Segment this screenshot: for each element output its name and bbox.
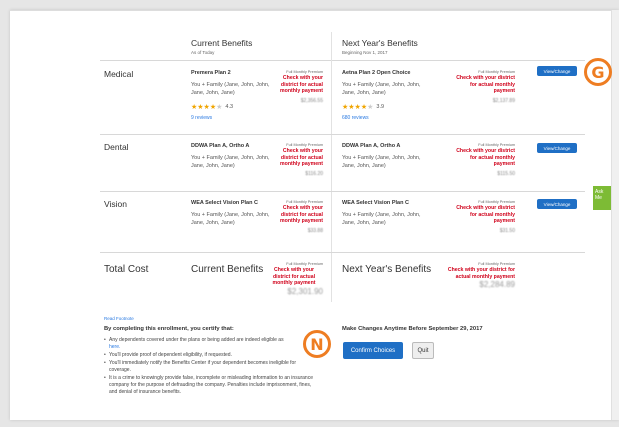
plan-name: WEA Select Vision Plan C	[191, 200, 258, 206]
next-medical-plan: Aetna Plan 2 Open Choice You + Family (J…	[342, 70, 430, 121]
check-district-note: Check with your district for actual mont…	[280, 205, 323, 225]
check-district-note: Check with your district for actual mont…	[447, 267, 515, 280]
bullet-text: Any dependents covered under the plans o…	[109, 337, 284, 343]
view-change-vision-button[interactable]: View/Change	[537, 199, 577, 209]
next-dental-premium: Full Monthly Premium Check with your dis…	[455, 143, 515, 177]
plan-name: DDWA Plan A, Ortho A	[342, 143, 401, 149]
certify-list: Any dependents covered under the plans o…	[104, 337, 319, 397]
column-divider	[331, 32, 332, 302]
premium-label: Full Monthly Premium	[286, 143, 323, 147]
plan-coverage: You + Family (Jane, John, John, Jane, Jo…	[191, 82, 270, 96]
total-next-premium: Full Monthly Premium Check with your dis…	[440, 262, 515, 289]
total-next-label: Next Year's Benefits	[342, 264, 432, 275]
plan-coverage: You + Family (Jane, John, John, Jane, Jo…	[342, 212, 421, 226]
certify-heading: By completing this enrollment, you certi…	[104, 326, 234, 332]
scrollbar[interactable]	[611, 10, 619, 420]
premium-label: Full Monthly Premium	[478, 143, 515, 147]
total-current-amount: $2,301.90	[287, 286, 323, 296]
check-district-note: Check with your district for actual mont…	[456, 205, 515, 225]
plan-coverage: You + Family (Jane, John, John, Jane, Jo…	[191, 155, 270, 169]
next-dental-plan: DDWA Plan A, Ortho A You + Family (Jane,…	[342, 143, 430, 170]
total-cost-label: Total Cost	[104, 264, 149, 275]
total-current-label: Current Benefits	[191, 264, 264, 275]
premium-label: Full Monthly Premium	[286, 200, 323, 204]
list-item: You'll provide proof of dependent eligib…	[104, 352, 319, 359]
current-header-sub: As of Today	[191, 50, 215, 55]
total-next-amount: $2,284.89	[479, 280, 515, 290]
check-district-note: Check with your district for actual mont…	[280, 148, 323, 168]
next-benefits-header: Next Year's Benefits Beginning Nov 1, 20…	[342, 38, 418, 55]
premium-label: Full Monthly Premium	[286, 70, 323, 74]
plan-coverage: You + Family (Jane, John, John, Jane, Jo…	[342, 155, 421, 169]
premium-amount: $2,137.89	[492, 97, 515, 104]
check-district-note: Check with your district for actual mont…	[456, 148, 515, 168]
star-rating-icon: ★★★★★	[191, 104, 223, 111]
premium-label: Full Monthly Premium	[286, 262, 323, 266]
row-label-medical: Medical	[104, 69, 134, 79]
badge-g: G	[584, 58, 612, 86]
plan-coverage: You + Family (Jane, John, John, Jane, Jo…	[342, 82, 421, 96]
check-district-note: Check with your district for actual mont…	[280, 75, 323, 95]
rating-value: 3.9	[376, 104, 385, 110]
current-medical-plan: Premera Plan 2 You + Family (Jane, John,…	[191, 70, 271, 121]
plan-name: Premera Plan 2	[191, 70, 231, 76]
current-benefits-header: Current Benefits As of Today	[191, 38, 252, 55]
plan-name: DDWA Plan A, Ortho A	[191, 143, 250, 149]
row-label-dental: Dental	[104, 142, 129, 152]
current-dental-plan: DDWA Plan A, Ortho A You + Family (Jane,…	[191, 143, 271, 170]
premium-label: Full Monthly Premium	[478, 200, 515, 204]
plan-coverage: You + Family (Jane, John, John, Jane, Jo…	[191, 212, 270, 226]
premium-amount: $33.88	[307, 227, 323, 234]
divider	[100, 252, 585, 253]
next-header-sub: Beginning Nov 1, 2017	[342, 50, 388, 55]
confirm-choices-button[interactable]: Confirm Choices	[343, 342, 403, 359]
rating-row: ★★★★★ 3.9	[342, 103, 430, 111]
list-item: Any dependents covered under the plans o…	[104, 337, 319, 351]
divider	[100, 191, 585, 192]
reviews-link[interactable]: 680 reviews	[342, 115, 430, 121]
premium-amount: $2,356.55	[300, 97, 323, 104]
star-rating-icon: ★★★★★	[342, 104, 374, 111]
plan-name: WEA Select Vision Plan C	[342, 200, 409, 206]
next-vision-premium: Full Monthly Premium Check with your dis…	[455, 200, 515, 234]
plan-name: Aetna Plan 2 Open Choice	[342, 70, 411, 76]
badge-n: N	[303, 330, 331, 358]
current-vision-premium: Full Monthly Premium Check with your dis…	[265, 200, 323, 234]
quit-button[interactable]: Quit	[412, 342, 434, 359]
divider	[100, 60, 585, 61]
divider	[100, 134, 585, 135]
here-link[interactable]: here.	[109, 344, 120, 350]
current-vision-plan: WEA Select Vision Plan C You + Family (J…	[191, 200, 271, 227]
check-district-note: Check with your district for actual mont…	[456, 75, 515, 95]
current-medical-premium: Full Monthly Premium Check with your dis…	[265, 70, 323, 104]
current-dental-premium: Full Monthly Premium Check with your dis…	[265, 143, 323, 177]
next-medical-premium: Full Monthly Premium Check with your dis…	[455, 70, 515, 104]
check-district-note: Check with your district for actual mont…	[272, 267, 316, 287]
ask-me-tab[interactable]: Ask Me	[593, 186, 611, 210]
total-current-premium: Full Monthly Premium Check with your dis…	[265, 262, 323, 296]
premium-amount: $31.50	[499, 227, 515, 234]
premium-amount: $115.50	[497, 170, 515, 177]
row-label-vision: Vision	[104, 199, 127, 209]
rating-value: 4.3	[225, 104, 234, 110]
premium-label: Full Monthly Premium	[478, 70, 515, 74]
list-item: It is a crime to knowingly provide false…	[104, 375, 319, 395]
next-vision-plan: WEA Select Vision Plan C You + Family (J…	[342, 200, 430, 227]
make-changes-heading: Make Changes Anytime Before September 29…	[342, 326, 483, 332]
premium-amount: $116.20	[305, 170, 323, 177]
rating-row: ★★★★★ 4.3	[191, 103, 271, 111]
premium-label: Full Monthly Premium	[478, 262, 515, 266]
current-header-title: Current Benefits	[191, 38, 253, 48]
view-change-medical-button[interactable]: View/Change	[537, 66, 577, 76]
view-change-dental-button[interactable]: View/Change	[537, 143, 577, 153]
reviews-link[interactable]: 9 reviews	[191, 115, 271, 121]
next-header-title: Next Year's Benefits	[342, 38, 418, 48]
read-footnote-link[interactable]: Read Footnote	[104, 316, 134, 321]
list-item: You'll immediately notify the Benefits C…	[104, 360, 319, 374]
